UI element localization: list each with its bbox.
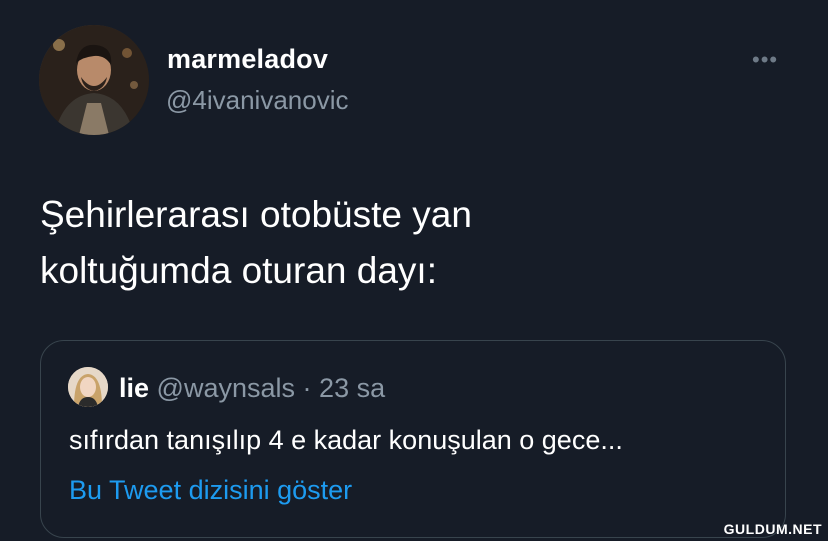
quoted-header: lie @waynsals · 23 sa	[119, 373, 385, 404]
quoted-author-avatar[interactable]	[68, 367, 108, 407]
quoted-timestamp[interactable]: 23 sa	[319, 373, 385, 403]
tweet-text-line-2: koltuğumda oturan dayı:	[40, 250, 437, 291]
show-thread-link[interactable]: Bu Tweet dizisini göster	[69, 475, 352, 506]
quoted-text: sıfırdan tanışılıp 4 e kadar konuşulan o…	[69, 425, 623, 455]
author-display-name[interactable]: marmeladov	[167, 44, 328, 75]
tweet-card: marmeladov @4ivanivanovic ••• Şehirlerar…	[0, 0, 828, 541]
watermark: GULDUM.NET	[723, 521, 822, 537]
quoted-tweet[interactable]: lie @waynsals · 23 sa sıfırdan tanışılıp…	[40, 340, 786, 538]
quoted-handle[interactable]: @waynsals	[157, 373, 295, 403]
quoted-separator: ·	[302, 373, 312, 403]
author-avatar-image	[39, 25, 149, 135]
tweet-text-line-1: Şehirlerarası otobüste yan	[40, 194, 472, 235]
author-avatar[interactable]	[39, 25, 149, 135]
tweet-text: Şehirlerarası otobüste yan koltuğumda ot…	[40, 187, 780, 299]
author-handle[interactable]: @4ivanivanovic	[166, 85, 348, 116]
quoted-avatar-image	[68, 367, 108, 407]
more-options-icon[interactable]: •••	[752, 47, 778, 73]
quoted-display-name[interactable]: lie	[119, 373, 149, 403]
